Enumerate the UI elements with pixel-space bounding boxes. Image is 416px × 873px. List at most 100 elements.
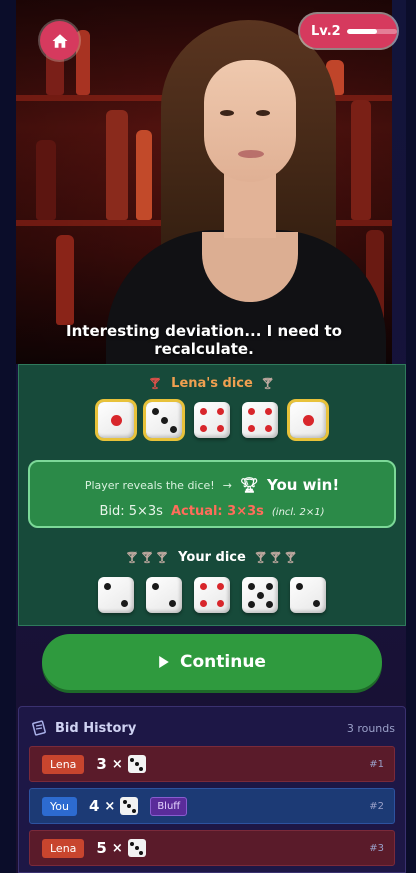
your-dice-header: 🍸︎🍸︎🍸︎ Your dice 🍸︎🍸︎🍸︎ [19, 550, 405, 565]
die-pip [104, 583, 112, 591]
history-icon [32, 720, 46, 736]
die-pip [127, 804, 132, 808]
die-pip [264, 408, 272, 416]
bid-history-count: 3 rounds [346, 721, 395, 735]
incl-text: (incl. 2×1) [271, 507, 325, 518]
die-pip [130, 757, 135, 762]
bid-history-title: Bid History [55, 720, 137, 736]
die-pip [216, 599, 224, 607]
opponent-eye [220, 110, 234, 116]
die-face-4 [194, 402, 230, 438]
round-number: #3 [369, 842, 384, 854]
bottle [56, 235, 74, 325]
level-label: Lv.2 [311, 23, 341, 39]
continue-label: Continue [180, 652, 266, 672]
die-face-3-icon [127, 755, 146, 773]
die-pip [247, 600, 255, 608]
die-pip [134, 846, 139, 850]
round-result-panel: Player reveals the dice! → 🏆︎ You win! B… [28, 460, 396, 528]
bidder-tag: Lena [42, 838, 85, 858]
die-pip [216, 408, 224, 416]
opponent-dice-row [19, 402, 405, 438]
die-pip [122, 799, 127, 804]
die-pip [296, 583, 304, 591]
die-face-1 [98, 402, 134, 438]
die-pip [216, 424, 224, 432]
cocktail-icon: 🍸︎🍸︎🍸︎ [253, 551, 299, 564]
dice-table: 🍸︎ Lena's dice 🍸︎ Player reveals the dic… [18, 364, 406, 626]
die-pip [169, 425, 177, 433]
opponent-speech: Interesting deviation... I need to recal… [66, 322, 342, 358]
bluff-badge: Bluff [150, 796, 188, 816]
bottle [136, 130, 152, 220]
play-icon [159, 656, 169, 668]
die-pip [265, 600, 273, 608]
die-pip [247, 582, 255, 590]
bid-history-row: You 4 × Bluff #2 [29, 788, 395, 824]
die-face-5 [242, 577, 278, 613]
times-sign: × [111, 756, 123, 772]
your-dice-row [19, 577, 405, 613]
die-pip [302, 414, 314, 426]
bottle [106, 110, 128, 220]
bidder-tag: You [42, 796, 77, 816]
cocktail-icon: 🍸︎ [260, 377, 276, 390]
die-pip [110, 414, 122, 426]
die-face-2 [146, 577, 182, 613]
die-pip [248, 424, 256, 432]
bid-history-header: Bid History 3 rounds [31, 720, 395, 736]
die-pip [200, 424, 208, 432]
die-pip [200, 583, 208, 591]
trophy-icon: 🏆︎ [239, 476, 259, 494]
bottle [351, 100, 371, 220]
die-pip [264, 424, 272, 432]
die-pip [139, 766, 144, 771]
die-pip [120, 599, 128, 607]
times-sign: × [111, 840, 123, 856]
die-pip [216, 583, 224, 591]
opponent-dice-header: 🍸︎ Lena's dice 🍸︎ [19, 376, 405, 391]
die-pip [200, 408, 208, 416]
home-button[interactable] [40, 21, 79, 60]
outcome-text: You win! [266, 476, 340, 494]
die-pip [160, 416, 168, 424]
die-pip [131, 808, 136, 813]
die-face-4 [194, 577, 230, 613]
die-pip [130, 841, 135, 846]
bid-quantity: 4 [88, 797, 100, 815]
level-progress-bar [346, 28, 397, 34]
round-number: #1 [369, 758, 384, 770]
level-badge: Lv.2 [300, 14, 397, 48]
die-pip [256, 591, 264, 599]
bid-history-row: Lena 3 × #1 [29, 746, 395, 782]
your-dice-title: Your dice [178, 550, 246, 565]
die-pip [265, 582, 273, 590]
die-face-2 [98, 577, 134, 613]
die-face-3-icon [120, 797, 139, 815]
actual-text: Actual: 3×3s [170, 504, 264, 519]
arrow-icon: → [222, 478, 232, 492]
die-pip [152, 583, 160, 591]
die-face-4 [242, 402, 278, 438]
cocktail-icon: 🍸︎🍸︎🍸︎ [125, 551, 171, 564]
home-icon [52, 33, 67, 48]
reveal-text: Player reveals the dice! [84, 478, 215, 492]
opponent-face [204, 60, 296, 182]
opponent-eye [256, 110, 270, 116]
die-face-3 [146, 402, 182, 438]
bid-text: Bid: 5×3s [99, 504, 163, 519]
continue-button[interactable]: Continue [42, 634, 382, 690]
times-sign: × [104, 798, 116, 814]
die-face-1 [290, 402, 326, 438]
bid-quantity: 3 [96, 755, 107, 773]
die-pip [312, 599, 320, 607]
bid-quantity: 5 [96, 839, 107, 857]
die-pip [200, 599, 208, 607]
bottle [36, 140, 56, 220]
die-pip [134, 762, 139, 766]
die-pip [248, 408, 256, 416]
opponent-lips [238, 150, 264, 158]
cocktail-icon: 🍸︎ [148, 377, 164, 390]
round-number: #2 [369, 800, 384, 812]
level-progress-fill [346, 28, 377, 34]
